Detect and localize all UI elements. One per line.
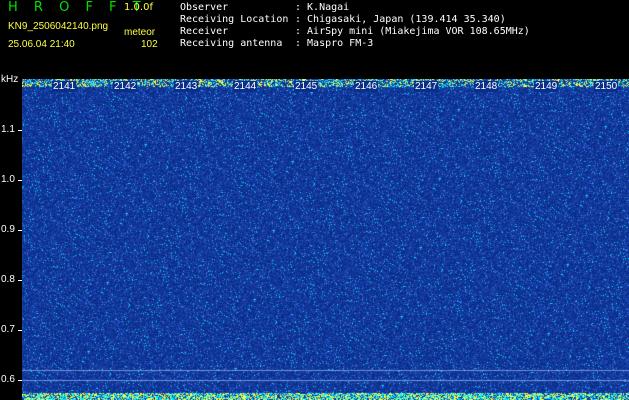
version-label: 1.0.0f — [124, 2, 153, 13]
x-tick-label: 2146 — [354, 81, 379, 92]
meteor-label: meteor — [124, 27, 156, 38]
receiver-label: Receiver — [180, 26, 229, 37]
filename-label: KN9_2506042140.png — [8, 21, 109, 32]
y-tick-label: 0.6 — [1, 374, 15, 385]
antenna-value: : Maspro FM-3 — [295, 38, 374, 49]
x-tick-label: 2145 — [294, 81, 319, 92]
receiver-value: : AirSpy mini (Miakejima VOR 108.65MHz) — [295, 26, 530, 37]
y-tick-label: 1.0 — [1, 174, 15, 185]
x-tick-label: 2148 — [474, 81, 499, 92]
y-tick-label: 0.7 — [1, 324, 15, 335]
x-tick-label: 2147 — [414, 81, 439, 92]
observer-value: : K.Nagai — [295, 2, 350, 13]
y-tick-label: 0.8 — [1, 274, 15, 285]
location-value: : Chigasaki, Japan (139.414 35.340) — [295, 14, 506, 25]
y-tick-label: 0.9 — [1, 224, 15, 235]
y-tick-label: 1.1 — [1, 124, 15, 135]
x-tick-label: 2142 — [113, 81, 138, 92]
x-tick-label: 2150 — [594, 81, 619, 92]
observer-label: Observer — [180, 2, 229, 13]
antenna-label: Receiving antenna — [180, 38, 283, 49]
meteor-count: 102 — [141, 39, 158, 50]
y-axis-unit: kHz — [1, 74, 19, 85]
x-tick-label: 2144 — [233, 81, 258, 92]
spectrogram-canvas — [22, 79, 629, 400]
x-tick-label: 2149 — [534, 81, 559, 92]
location-label: Receiving Location — [180, 14, 289, 25]
hrofft-window: H R O F F T 1.0.0f KN9_2506042140.png me… — [0, 0, 629, 400]
x-tick-label: 2143 — [174, 81, 199, 92]
x-tick-label: 2141 — [52, 81, 77, 92]
datetime-label: 25.06.04 21:40 — [8, 39, 75, 50]
